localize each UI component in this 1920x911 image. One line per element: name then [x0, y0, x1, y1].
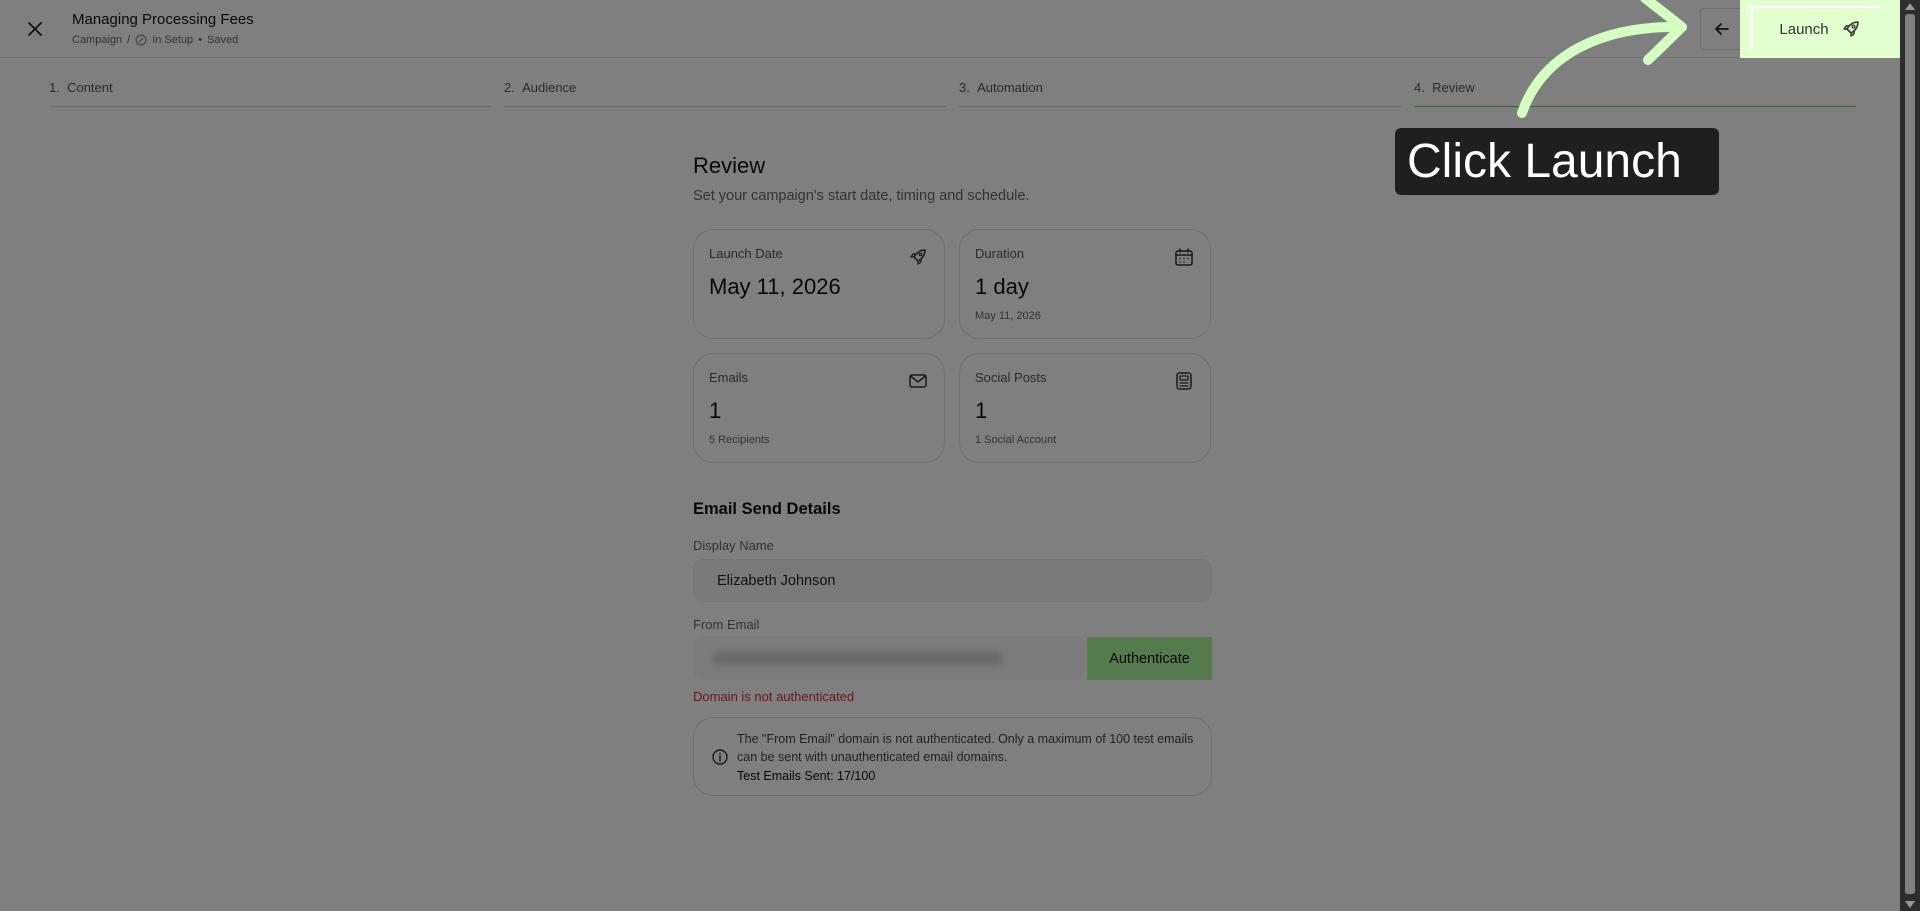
scroll-down-arrow-icon[interactable] [1905, 901, 1915, 908]
review-title: Review [693, 153, 766, 178]
launch-date-card: Launch Date May 11, 2026 [693, 229, 945, 339]
from-email-input[interactable] [693, 636, 1085, 680]
page-title: Managing Processing Fees [72, 11, 254, 28]
saved-text: Saved [207, 34, 239, 46]
pointer-arrow-icon [1517, 0, 1687, 118]
test-emails-count: Test Emails Sent: 17/100 [737, 769, 876, 783]
close-button[interactable] [22, 16, 48, 42]
highlight-edge [1750, 6, 1880, 8]
duration-card: Duration 1 day May 11, 2026 [959, 229, 1211, 339]
launch-date-value: May 11, 2026 [709, 274, 841, 299]
domain-info-box: The "From Email" domain is not authentic… [693, 717, 1212, 796]
emails-label: Emails [709, 370, 749, 385]
display-name-value: Elizabeth Johnson [717, 572, 836, 589]
step-automation[interactable]: 3. Automation [959, 80, 1401, 107]
social-posts-value: 1 [975, 398, 988, 423]
authenticate-button[interactable]: Authenticate [1087, 637, 1212, 680]
duration-label: Duration [975, 246, 1025, 261]
launch-date-label: Launch Date [709, 246, 783, 261]
duration-value: 1 day [975, 274, 1029, 299]
tooltip-text: Click Launch [1407, 135, 1682, 188]
launch-button-highlight[interactable]: Launch [1740, 0, 1900, 58]
launch-label: Launch [1779, 20, 1829, 38]
domain-info-text: The "From Email" domain is not authentic… [737, 732, 1194, 764]
social-posts-label: Social Posts [975, 370, 1047, 385]
domain-error-text: Domain is not authenticated [693, 689, 855, 704]
breadcrumb: Campaign / In Setup • Saved [72, 34, 238, 46]
social-posts-card: Social Posts 1 1 Social Account [959, 353, 1211, 463]
close-icon [28, 22, 42, 36]
emails-card: Emails 1 5 Recipients [693, 353, 945, 463]
emails-value: 1 [709, 398, 722, 423]
step-content[interactable]: 1. Content [49, 80, 491, 107]
social-posts-sub: 1 Social Account [975, 434, 1057, 446]
mail-icon [909, 374, 927, 388]
review-description: Set your campaign's start date, timing a… [693, 188, 1030, 204]
breadcrumb-separator: / [127, 34, 131, 46]
from-email-redacted [713, 651, 1003, 665]
from-email-label: From Email [693, 617, 760, 632]
scroll-thumb[interactable] [1905, 14, 1915, 894]
step-audience[interactable]: 2. Audience [504, 80, 946, 107]
calendar-icon [1175, 248, 1193, 266]
scroll-up-arrow-icon[interactable] [1905, 3, 1915, 10]
email-send-details-title: Email Send Details [693, 500, 841, 518]
rocket-icon [1842, 21, 1859, 37]
duration-sub: May 11, 2026 [975, 310, 1041, 322]
scrollbar[interactable] [1900, 0, 1920, 911]
pencil-circle-icon [135, 34, 147, 46]
display-name-input[interactable]: Elizabeth Johnson [693, 559, 1212, 602]
breadcrumb-campaign[interactable]: Campaign [72, 34, 122, 46]
tooltip: Click Launch [1395, 128, 1719, 195]
news-icon [1176, 372, 1192, 390]
highlight-edge [1750, 8, 1753, 50]
status-text: In Setup [152, 34, 194, 46]
display-name-label: Display Name [693, 538, 774, 553]
emails-sub: 5 Recipients [709, 434, 770, 446]
rocket-icon [910, 249, 926, 265]
status-dot: • [198, 34, 203, 46]
info-icon [712, 749, 728, 765]
